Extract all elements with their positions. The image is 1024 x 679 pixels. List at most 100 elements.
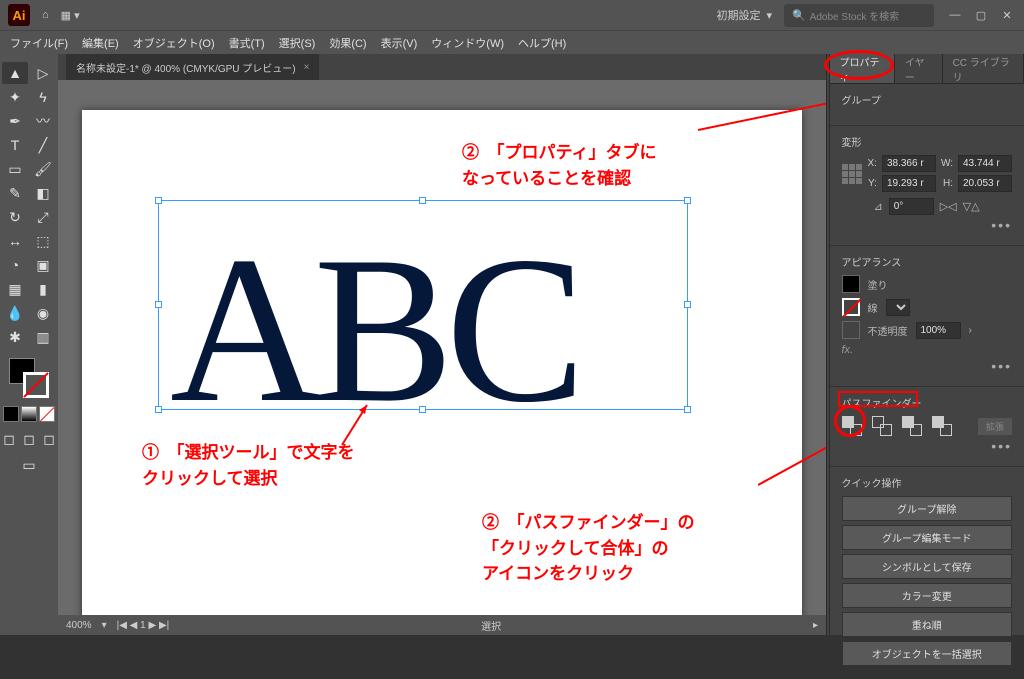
select-all-objects-button[interactable]: オブジェクトを一括選択: [842, 641, 1013, 666]
annotation-1: ① 「選択ツール」で文字を クリックして選択: [142, 440, 355, 491]
more-options-icon[interactable]: •••: [842, 215, 1013, 233]
curvature-tool[interactable]: 〰: [30, 110, 56, 132]
selection-tool[interactable]: ▲: [2, 62, 28, 84]
symbol-sprayer-tool[interactable]: ✱: [2, 326, 28, 348]
gradient-tool[interactable]: ▮: [30, 278, 56, 300]
lasso-tool[interactable]: ϟ: [30, 86, 56, 108]
x-input[interactable]: [882, 155, 936, 172]
stroke-swatch[interactable]: [842, 298, 860, 316]
status-bar: 400%▾ |◀ ◀ 1 ▶ ▶| 選択 ▸: [58, 615, 826, 635]
blend-tool[interactable]: ◉: [30, 302, 56, 324]
opacity-icon: [842, 321, 860, 339]
fx-icon[interactable]: fx.: [842, 344, 1013, 356]
selection-bounding-box: [158, 200, 688, 410]
menu-view[interactable]: 表示(V): [381, 35, 418, 51]
recolor-button[interactable]: カラー変更: [842, 583, 1013, 608]
pen-tool[interactable]: ✒: [2, 110, 28, 132]
annotation-2: ② 「プロパティ」タブに なっていることを確認: [462, 140, 656, 191]
shape-builder-tool[interactable]: ◔: [2, 254, 28, 276]
tab-layers[interactable]: イヤー: [895, 54, 943, 83]
stroke-weight[interactable]: [886, 299, 910, 316]
type-tool[interactable]: T: [2, 134, 28, 156]
rotate-tool[interactable]: ↻: [2, 206, 28, 228]
h-input[interactable]: [958, 175, 1012, 192]
change-screen-mode[interactable]: ▭: [16, 454, 42, 476]
tab-cc-libraries[interactable]: CC ライブラリ: [943, 54, 1024, 83]
appearance-title: アピアランス: [842, 254, 1013, 269]
maximize-button[interactable]: ▢: [972, 9, 990, 22]
pathfinder-minus-front-icon[interactable]: [872, 416, 892, 436]
shaper-tool[interactable]: ✎: [2, 182, 28, 204]
close-button[interactable]: ✕: [998, 9, 1016, 22]
menu-type[interactable]: 書式(T): [229, 35, 265, 51]
menubar: ファイル(F) 編集(E) オブジェクト(O) 書式(T) 選択(S) 効果(C…: [0, 30, 1024, 54]
artboard[interactable]: ABC ① 「選択ツール」で文字を クリックして選択 ② 「プロパティ」タブに …: [82, 110, 802, 615]
draw-normal[interactable]: ◻: [0, 430, 18, 448]
close-tab-icon[interactable]: ×: [304, 62, 310, 73]
fill-swatch[interactable]: [842, 275, 860, 293]
free-transform-tool[interactable]: ⬚: [30, 230, 56, 252]
search-icon: 🔍: [792, 9, 806, 22]
quick-actions-title: クイック操作: [842, 475, 1013, 490]
menu-window[interactable]: ウィンドウ(W): [431, 35, 504, 51]
color-swatches[interactable]: [9, 358, 49, 398]
w-input[interactable]: [958, 155, 1012, 172]
draw-inside[interactable]: ◻: [40, 430, 58, 448]
zoom-level[interactable]: 400%: [66, 620, 92, 631]
mini-swatch-gradient[interactable]: [21, 406, 37, 422]
arrange-docs-icon[interactable]: ▦ ▾: [61, 9, 80, 22]
eyedropper-tool[interactable]: 💧: [2, 302, 28, 324]
workspace-switcher[interactable]: 初期設定▾: [716, 7, 772, 23]
mesh-tool[interactable]: ▦: [2, 278, 28, 300]
save-as-symbol-button[interactable]: シンボルとして保存: [842, 554, 1013, 579]
graph-tool[interactable]: ▥: [30, 326, 56, 348]
transform-title: 変形: [842, 134, 1013, 149]
rectangle-tool[interactable]: ▭: [2, 158, 28, 180]
home-icon[interactable]: ⌂: [42, 9, 49, 22]
pathfinder-exclude-icon[interactable]: [932, 416, 952, 436]
ungroup-button[interactable]: グループ解除: [842, 496, 1013, 521]
toolbox: ▲▷ ✦ϟ ✒〰 T╱ ▭🖌 ✎◧ ↻⤢ ↔⬚ ◔▣ ▦▮ 💧◉ ✱▥ ◻ ◻ …: [0, 54, 58, 635]
menu-file[interactable]: ファイル(F): [10, 35, 68, 51]
arrow-1: [337, 400, 377, 450]
pathfinder-title: パスファインダー: [842, 395, 1013, 410]
opacity-input[interactable]: [916, 322, 961, 339]
rotate-input[interactable]: [889, 198, 934, 215]
stock-search[interactable]: 🔍 Adobe Stock を検索: [784, 4, 934, 27]
pathfinder-unite-icon[interactable]: [842, 416, 862, 436]
tab-properties[interactable]: プロパティ: [830, 54, 895, 83]
menu-help[interactable]: ヘルプ(H): [518, 35, 566, 51]
scale-tool[interactable]: ⤢: [30, 206, 56, 228]
menu-edit[interactable]: 編集(E): [82, 35, 119, 51]
mini-swatch-black[interactable]: [3, 406, 19, 422]
menu-object[interactable]: オブジェクト(O): [133, 35, 215, 51]
annotation-3: ② 「パスファインダー」の 「クリックして合体」の アイコンをクリック: [482, 510, 695, 587]
more-options-icon[interactable]: •••: [842, 356, 1013, 374]
menu-effect[interactable]: 効果(C): [329, 35, 366, 51]
draw-behind[interactable]: ◻: [20, 430, 38, 448]
flip-h-icon[interactable]: ▷◁: [940, 200, 957, 213]
perspective-tool[interactable]: ▣: [30, 254, 56, 276]
arrow-3: [758, 420, 826, 490]
status-tool-name: 選択: [179, 618, 803, 633]
paintbrush-tool[interactable]: 🖌: [30, 158, 56, 180]
line-tool[interactable]: ╱: [30, 134, 56, 156]
y-input[interactable]: [882, 175, 936, 192]
magic-wand-tool[interactable]: ✦: [2, 86, 28, 108]
mini-swatch-none[interactable]: [39, 406, 55, 422]
minimize-button[interactable]: —: [946, 9, 964, 22]
document-tab[interactable]: 名称未設定-1* @ 400% (CMYK/GPU プレビュー) ×: [66, 54, 319, 80]
menu-select[interactable]: 選択(S): [279, 35, 316, 51]
isolate-group-button[interactable]: グループ編集モード: [842, 525, 1013, 550]
more-options-icon[interactable]: •••: [842, 436, 1013, 454]
app-logo: Ai: [8, 4, 30, 26]
eraser-tool[interactable]: ◧: [30, 182, 56, 204]
pathfinder-expand-button[interactable]: 拡張: [978, 418, 1012, 435]
pathfinder-intersect-icon[interactable]: [902, 416, 922, 436]
artboard-nav[interactable]: |◀ ◀ 1 ▶ ▶|: [117, 620, 170, 631]
flip-v-icon[interactable]: ▽△: [963, 200, 980, 213]
reference-point[interactable]: [842, 164, 862, 184]
direct-selection-tool[interactable]: ▷: [30, 62, 56, 84]
arrange-button[interactable]: 重ね順: [842, 612, 1013, 637]
width-tool[interactable]: ↔: [2, 230, 28, 252]
